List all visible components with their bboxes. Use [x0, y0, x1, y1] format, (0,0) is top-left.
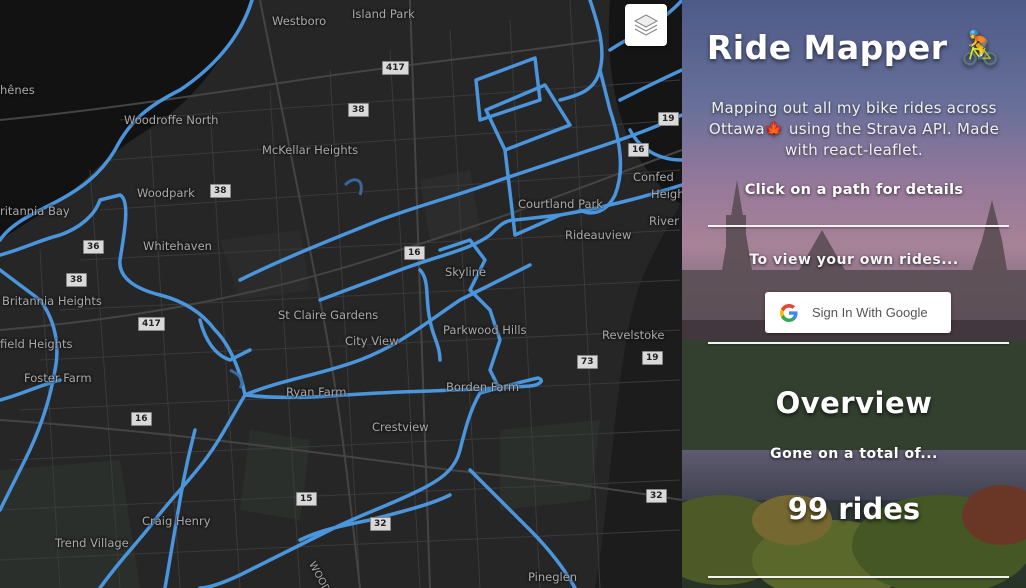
place-label: hênes	[0, 83, 35, 97]
place-label: Island Park	[352, 7, 415, 21]
highway-shield: 15	[296, 492, 317, 506]
layers-icon	[633, 14, 659, 36]
place-label: Craig Henry	[142, 514, 211, 528]
total-rides-count: 99 rides	[787, 492, 921, 526]
place-label: Ryan Farm	[286, 385, 347, 399]
layers-control-button[interactable]	[625, 4, 667, 46]
highway-shield: 19	[658, 112, 679, 126]
place-label: Revelstoke	[602, 328, 665, 342]
highway-shield: 417	[138, 317, 165, 331]
place-label: Parkwood Hills	[443, 323, 527, 337]
place-label: Woodroffe North	[124, 113, 219, 127]
highway-shield: 417	[382, 61, 409, 75]
place-label: Courtland Park	[518, 197, 603, 211]
place-label: Heigh	[651, 187, 682, 201]
app-description: Mapping out all my bike rides across Ott…	[708, 99, 1000, 159]
place-label: Britannia Heights	[2, 294, 102, 308]
place-label: ritannia Bay	[0, 204, 70, 218]
divider	[708, 225, 1009, 227]
place-label: Trend Village	[55, 536, 129, 550]
divider	[708, 342, 1009, 344]
place-label: Whitehaven	[143, 239, 212, 253]
panel-content: Ride Mapper 🚴 Mapping out all my bike ri…	[692, 0, 1016, 588]
highway-shield: 19	[642, 351, 663, 365]
highway-shield: 38	[348, 103, 369, 117]
highway-shield: 73	[577, 355, 598, 369]
total-rides-caption: Gone on a total of...	[770, 446, 938, 462]
place-label: Pineglen	[528, 570, 578, 584]
highway-shield: 32	[370, 517, 391, 531]
info-panel: Ride Mapper 🚴 Mapping out all my bike ri…	[682, 0, 1026, 588]
place-label: River	[649, 214, 679, 228]
google-logo-icon	[780, 303, 798, 322]
highway-shield: 16	[628, 143, 649, 157]
place-label: Crestview	[372, 420, 429, 434]
highway-shield: 38	[66, 273, 87, 287]
view-own-rides-text: To view your own rides...	[749, 252, 959, 268]
google-sign-in-button[interactable]: Sign In With Google	[765, 292, 951, 333]
app-title: Ride Mapper 🚴	[706, 28, 1002, 67]
highway-shield: 16	[404, 246, 425, 260]
highway-shield: 16	[131, 412, 152, 426]
map-view[interactable]: Westboro Island Park hênes Woodroffe Nor…	[0, 0, 682, 588]
place-label: City View	[345, 334, 399, 348]
divider	[708, 576, 1009, 578]
place-label: Westboro	[272, 14, 327, 28]
place-label: Woodpark	[137, 186, 195, 200]
place-label: Rideauview	[565, 228, 632, 242]
google-sign-in-label: Sign In With Google	[812, 305, 928, 320]
click-hint: Click on a path for details	[744, 182, 964, 198]
place-label: field Heights	[0, 337, 73, 351]
place-label: Foster Farm	[24, 371, 92, 385]
place-label: Confed	[633, 170, 674, 184]
place-label: St Claire Gardens	[278, 308, 379, 322]
map-base-layer[interactable]	[0, 0, 682, 588]
overview-heading: Overview	[775, 386, 933, 420]
highway-shield: 38	[210, 184, 231, 198]
highway-shield: 36	[83, 240, 104, 254]
highway-shield: 32	[646, 489, 667, 503]
place-label: Skyline	[445, 265, 487, 279]
place-label: McKellar Heights	[262, 143, 359, 157]
place-label: Borden Farm	[446, 380, 520, 394]
